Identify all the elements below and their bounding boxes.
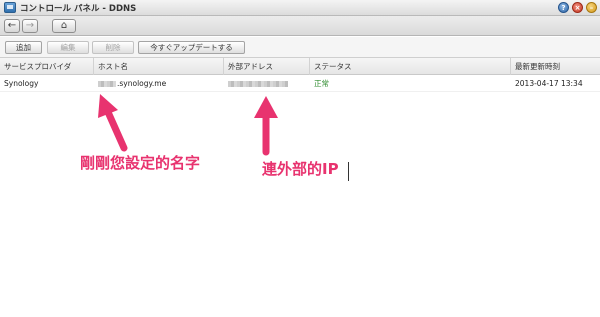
window-title: コントロール パネル - DDNS — [20, 4, 137, 14]
delete-button[interactable]: 削除 — [92, 41, 134, 54]
column-header-last-updated[interactable]: 最新更新時刻 — [511, 58, 600, 75]
window-titlebar: コントロール パネル - DDNS ? × – — [0, 0, 600, 16]
toolbar: 追加 編集 削除 今すぐアップデートする — [0, 37, 600, 58]
external-address-cell — [224, 76, 310, 92]
column-header-hostname[interactable]: ホスト名 — [94, 58, 224, 75]
minimize-icon[interactable]: – — [586, 2, 597, 13]
ip-annotation: 連外部的IP — [262, 160, 339, 178]
column-header-external-address[interactable]: 外部アドレス — [224, 58, 310, 75]
control-panel-icon — [4, 2, 16, 13]
home-button[interactable]: ⌂ — [52, 19, 76, 33]
close-icon[interactable]: × — [572, 2, 583, 13]
hostname-annotation: 剛剛您設定的名字 — [80, 154, 201, 172]
table-header: サービスプロバイダ ホスト名 外部アドレス ステータス 最新更新時刻 — [0, 58, 600, 75]
hostname-suffix: .synology.me — [117, 79, 167, 88]
navigation-bar: ← → ⌂ — [0, 16, 600, 36]
arrow-to-ip — [254, 96, 278, 156]
provider-cell: Synology — [4, 79, 39, 88]
last-updated-cell: 2013-04-17 13:34 — [515, 79, 583, 88]
column-header-status[interactable]: ステータス — [310, 58, 511, 75]
update-now-button[interactable]: 今すぐアップデートする — [138, 41, 245, 54]
redacted-ip-address — [228, 81, 288, 87]
redacted-hostname — [98, 81, 116, 87]
text-cursor — [348, 162, 349, 181]
column-header-provider[interactable]: サービスプロバイダ — [0, 58, 94, 75]
edit-button[interactable]: 編集 — [47, 41, 89, 54]
forward-button[interactable]: → — [22, 19, 38, 33]
add-button[interactable]: 追加 — [5, 41, 42, 54]
back-button[interactable]: ← — [4, 19, 20, 33]
status-cell: 正常 — [314, 79, 329, 88]
arrow-to-hostname — [98, 94, 128, 152]
help-icon[interactable]: ? — [558, 2, 569, 13]
